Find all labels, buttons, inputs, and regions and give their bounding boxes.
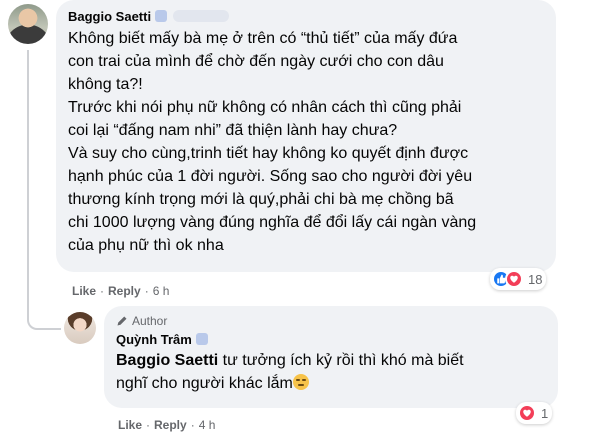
- reply-button[interactable]: Reply: [154, 417, 187, 433]
- reply-text: Baggio Saetti tư tưởng ích kỷ rồi thì kh…: [116, 349, 546, 395]
- reply-bubble: Author Quỳnh Trâm Baggio Saetti tư tưởng…: [104, 306, 558, 408]
- reply-avatar[interactable]: [64, 312, 96, 344]
- redacted-text: [173, 10, 230, 22]
- reply-actions: Like · Reply · 4 h: [118, 417, 215, 433]
- badge-icon: [155, 10, 168, 22]
- comment-reactions[interactable]: 18: [490, 268, 547, 290]
- separator: ·: [146, 418, 151, 432]
- reaction-count: 18: [528, 271, 543, 287]
- author-badge-label: Author: [132, 314, 168, 328]
- reply-timestamp[interactable]: 4 h: [199, 417, 216, 433]
- pencil-icon: [117, 316, 127, 326]
- comment-timestamp[interactable]: 6 h: [153, 283, 170, 299]
- reply-reactions[interactable]: 1: [516, 402, 553, 424]
- sweat-smile-emoji: [292, 374, 309, 390]
- comment-bubble: Baggio Saetti Không biết mấy bà mẹ ở trê…: [56, 0, 556, 272]
- badge-icon: [195, 333, 208, 345]
- mention-link[interactable]: Baggio Saetti: [116, 352, 218, 369]
- like-button[interactable]: Like: [72, 283, 96, 299]
- love-reaction-icon: [518, 404, 536, 422]
- commenter-name[interactable]: Baggio Saetti: [68, 8, 151, 26]
- separator: ·: [144, 284, 149, 298]
- comment-actions: Like · Reply · 6 h: [72, 283, 169, 299]
- reply-author-name[interactable]: Quỳnh Trâm: [116, 331, 192, 349]
- love-reaction-icon: [505, 270, 523, 288]
- comment-header: Baggio Saetti: [68, 8, 544, 26]
- separator: ·: [100, 284, 105, 298]
- reply-button[interactable]: Reply: [108, 283, 141, 299]
- reaction-count: 1: [541, 405, 549, 421]
- commenter-avatar[interactable]: [8, 4, 48, 44]
- comment-text: Không biết mấy bà mẹ ở trên có “thủ tiết…: [68, 30, 477, 254]
- like-button[interactable]: Like: [118, 417, 142, 433]
- author-badge: Author: [116, 312, 546, 330]
- separator: ·: [190, 418, 195, 432]
